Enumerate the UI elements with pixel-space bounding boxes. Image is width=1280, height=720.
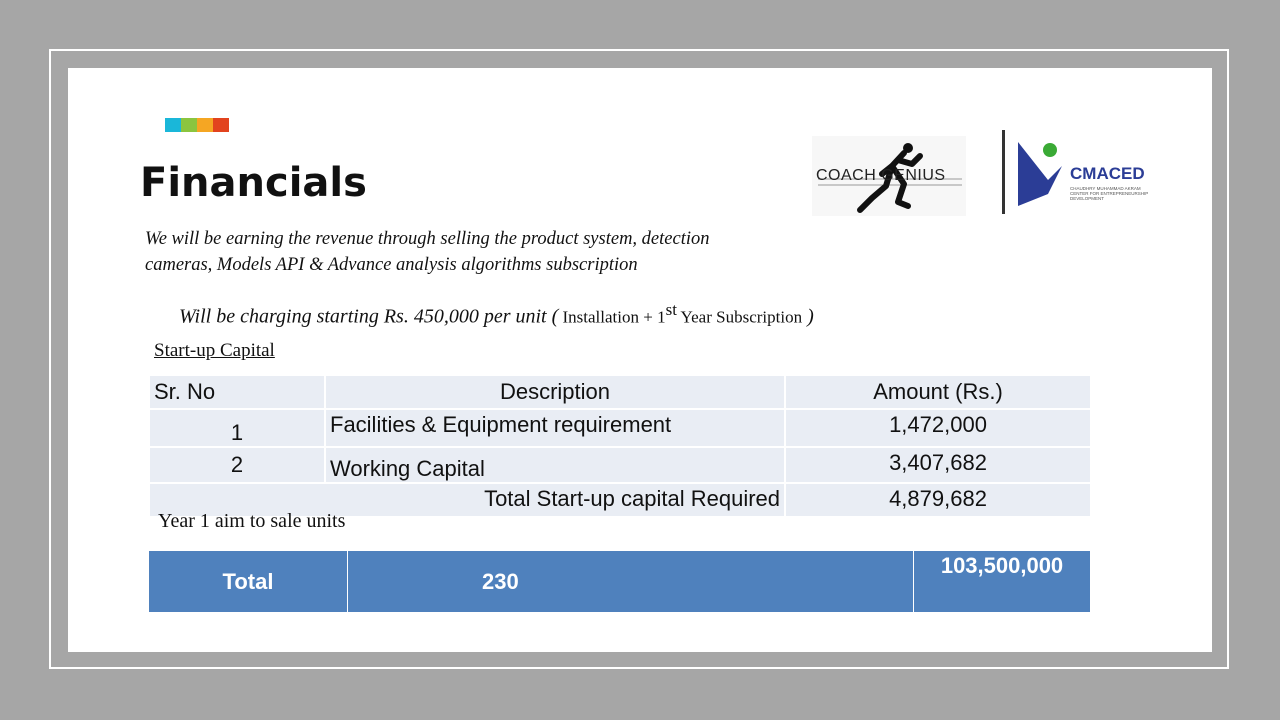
row-no: 2 [148,446,326,484]
pricing-detail-end: Year Subscription [676,307,803,327]
accent-bar-red [213,118,229,132]
intro-line-2: cameras, Models API & Advance analysis a… [145,255,638,275]
logo-divider [1002,130,1005,214]
cmaced-emblem-icon [1018,142,1062,206]
intro-line-1: We will be earning the revenue through s… [145,229,710,249]
startup-capital-table: Sr. No Description Amount (Rs.) 1 Facili… [148,374,1092,518]
intro-text: We will be earning the revenue through s… [145,226,795,278]
totals-table: Total 230 103,500,000 [148,550,1091,613]
accent-bar-cyan [165,118,181,132]
slide: Financials We will be earning the revenu… [68,68,1212,652]
totals-revenue: 103,500,000 [913,550,1091,613]
pricing-prefix: Will be charging starting Rs. 450,000 pe… [179,305,559,328]
pricing-detail: Installation + 1 [558,307,666,327]
coach-genius-wordmark: COACH GENIUS [816,167,946,184]
table-row: 1 Facilities & Equipment requirement 1,4… [148,408,1092,448]
totals-row: Total 230 103,500,000 [148,550,1091,613]
total-amount: 4,879,682 [784,482,1092,518]
row-no: 1 [148,408,326,448]
totals-label: Total [148,550,348,613]
totals-units: 230 [347,550,914,613]
cmaced-logo: CMACED CHAUDHRY MUHAMMAD AKRAM CENTER FO… [1014,136,1154,216]
row-amount: 3,407,682 [784,446,1092,484]
accent-bar-orange [197,118,213,132]
header-description: Description [324,374,786,410]
row-description: Working Capital [324,446,786,484]
header-sr-no: Sr. No [148,374,326,410]
pricing-suffix: ) [802,305,814,328]
row-amount: 1,472,000 [784,408,1092,448]
table-row: 2 Working Capital 3,407,682 [148,446,1092,484]
startup-capital-heading: Start-up Capital [154,340,275,361]
table-header-row: Sr. No Description Amount (Rs.) [148,374,1092,410]
coach-genius-logo: COACH GENIUS [812,136,966,216]
cmaced-subtitle: CHAUDHRY MUHAMMAD AKRAM CENTER FOR ENTRE… [1070,186,1149,201]
header-amount: Amount (Rs.) [784,374,1092,410]
pricing-sup: st [665,300,677,319]
year-one-aim-text: Year 1 aim to sale units [158,510,346,532]
slide-title: Financials [140,160,367,206]
row-description: Facilities & Equipment requirement [324,408,786,448]
pricing-text: Will be charging starting Rs. 450,000 pe… [179,300,814,329]
cmaced-wordmark: CMACED [1070,164,1145,183]
accent-bar-green [181,118,197,132]
